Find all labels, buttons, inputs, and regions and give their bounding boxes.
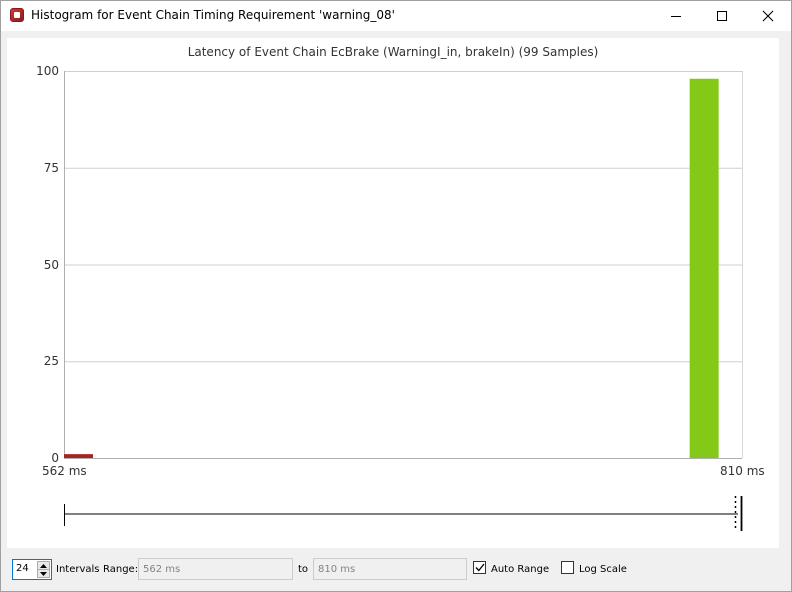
x-tick-label-min: 562 ms: [42, 464, 87, 478]
range-to-field[interactable]: 810 ms: [313, 558, 467, 580]
y-tick-label: 100: [36, 64, 59, 78]
minimize-icon: [671, 16, 681, 17]
log-scale-label[interactable]: Log Scale: [579, 564, 627, 575]
range-from-field[interactable]: 562 ms: [138, 558, 293, 580]
title-bar[interactable]: Histogram for Event Chain Timing Require…: [1, 1, 791, 31]
range-label: Range:: [103, 564, 139, 575]
x-tick-label-max: 810 ms: [720, 464, 765, 478]
histogram-bar: [689, 78, 719, 459]
log-scale-checkbox[interactable]: [561, 561, 574, 574]
to-label: to: [298, 564, 309, 575]
arrow-down-icon: [40, 571, 47, 576]
auto-range-label[interactable]: Auto Range: [491, 564, 549, 575]
controls-bar: 24 Intervals Range: 562 ms to 810 ms Aut…: [1, 553, 791, 587]
histogram-window: Histogram for Event Chain Timing Require…: [0, 0, 792, 592]
auto-range-checkbox[interactable]: [473, 561, 486, 574]
histogram-chart: [64, 71, 743, 531]
maximize-button[interactable]: [699, 1, 745, 31]
y-tick-label: 25: [43, 354, 59, 369]
chart-canvas: Latency of Event Chain EcBrake (WarningI…: [7, 38, 779, 548]
spin-down-button[interactable]: [37, 569, 50, 578]
minimize-button[interactable]: [653, 1, 699, 31]
close-icon: [762, 10, 774, 22]
intervals-spinner[interactable]: 24: [12, 559, 52, 580]
window-title: Histogram for Event Chain Timing Require…: [31, 8, 395, 22]
arrow-up-icon: [40, 563, 47, 568]
intervals-label: Intervals: [56, 564, 100, 575]
maximize-icon: [717, 11, 727, 21]
y-tick-label: 50: [43, 257, 59, 272]
close-button[interactable]: [745, 1, 791, 31]
y-tick-label: 75: [43, 160, 59, 175]
app-icon: [10, 8, 24, 22]
y-tick-label: 0: [51, 451, 59, 465]
histogram-bar: [64, 454, 93, 458]
intervals-value[interactable]: 24: [16, 563, 29, 574]
checkmark-icon: [475, 563, 485, 572]
